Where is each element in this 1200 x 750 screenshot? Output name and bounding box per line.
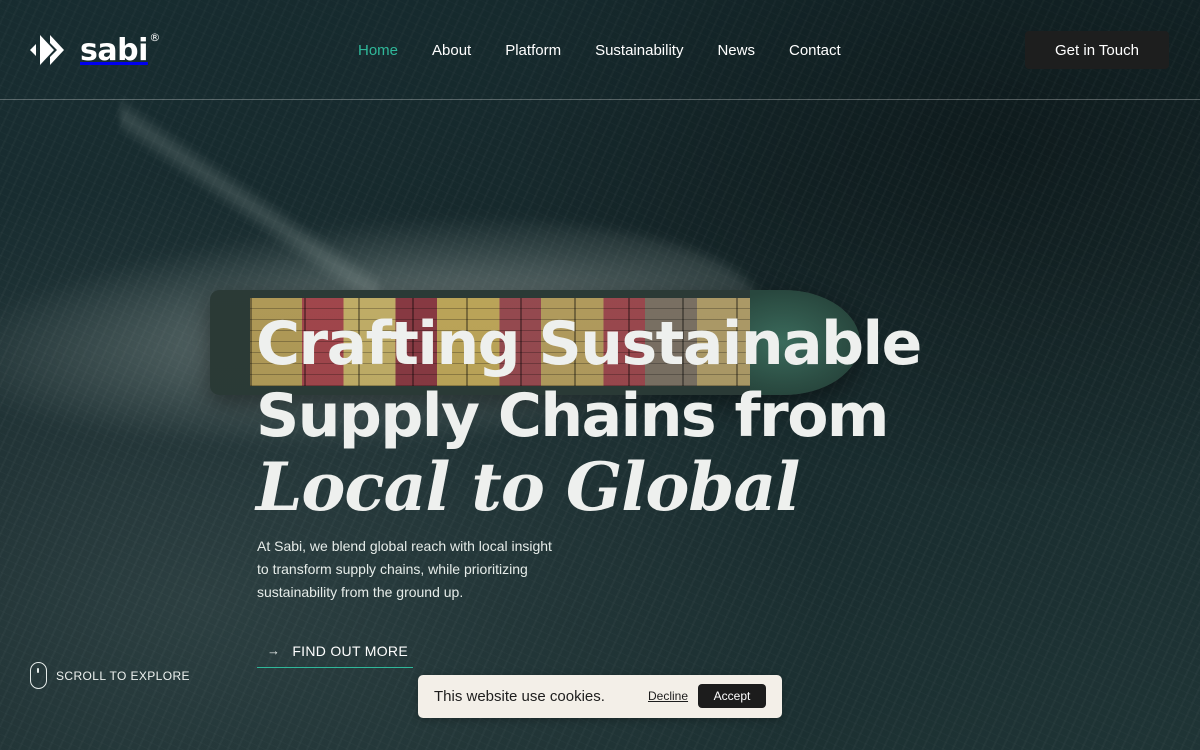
scroll-to-explore[interactable]: SCROLL TO EXPLORE bbox=[30, 662, 190, 689]
find-out-more-link[interactable]: → FIND OUT MORE bbox=[257, 634, 413, 668]
nav-item-contact[interactable]: Contact bbox=[771, 38, 857, 64]
nav-item-platform[interactable]: Platform bbox=[487, 38, 577, 64]
scroll-label: SCROLL TO EXPLORE bbox=[56, 668, 190, 683]
cookie-message: This website use cookies. bbox=[434, 688, 605, 705]
find-out-more-label: FIND OUT MORE bbox=[292, 642, 408, 659]
registered-mark: ® bbox=[149, 30, 160, 44]
nav-item-about[interactable]: About bbox=[414, 38, 487, 64]
site-header: sabi ® Home About Platform Sustainability… bbox=[0, 0, 1200, 100]
cookie-decline-button[interactable]: Decline bbox=[648, 689, 688, 703]
headline-line-3: Local to Global bbox=[256, 448, 800, 526]
cookie-banner: This website use cookies. Decline Accept bbox=[418, 675, 782, 718]
nav-item-home[interactable]: Home bbox=[340, 38, 414, 64]
mouse-icon bbox=[30, 662, 47, 689]
hero-headline: Crafting Sustainable Supply Chains from … bbox=[256, 308, 922, 526]
headline-line-2: Supply Chains from bbox=[256, 381, 889, 451]
logo[interactable]: sabi ® bbox=[30, 30, 160, 70]
headline-line-1: Crafting Sustainable bbox=[256, 309, 922, 379]
cookie-accept-button[interactable]: Accept bbox=[698, 684, 766, 708]
double-chevron-icon bbox=[30, 35, 64, 65]
nav-item-sustainability[interactable]: Sustainability bbox=[577, 38, 699, 64]
nav-item-news[interactable]: News bbox=[699, 38, 771, 64]
hero-description: At Sabi, we blend global reach with loca… bbox=[257, 538, 552, 600]
arrow-right-icon: → bbox=[267, 643, 281, 658]
logo-text: sabi ® bbox=[80, 30, 160, 68]
main-nav: Home About Platform Sustainability News … bbox=[340, 38, 857, 64]
get-in-touch-button[interactable]: Get in Touch bbox=[1025, 31, 1169, 69]
